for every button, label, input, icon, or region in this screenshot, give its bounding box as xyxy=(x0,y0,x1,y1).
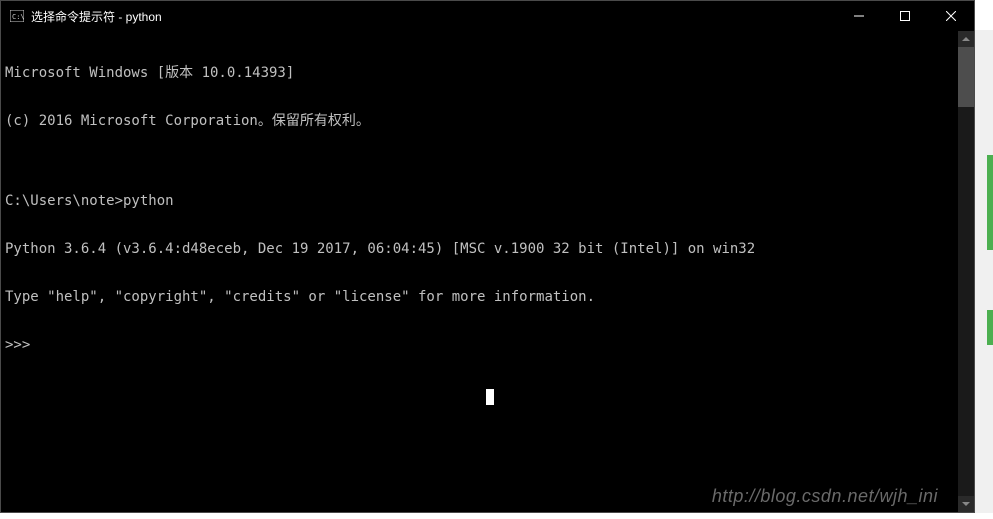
svg-text:C:\: C:\ xyxy=(12,13,24,21)
terminal-line: C:\Users\note>python xyxy=(5,193,954,209)
terminal-line: (c) 2016 Microsoft Corporation。保留所有权利。 xyxy=(5,113,954,129)
scroll-thumb[interactable] xyxy=(958,47,974,107)
right-indicator xyxy=(987,310,993,345)
text-cursor xyxy=(486,389,494,405)
window-controls xyxy=(836,1,974,31)
command-prompt-window: C:\ 选择命令提示符 - python Microsoft Windows [… xyxy=(0,0,975,513)
scroll-down-arrow-icon[interactable] xyxy=(958,496,974,512)
right-edge-background xyxy=(975,30,993,513)
terminal-line: Microsoft Windows [版本 10.0.14393] xyxy=(5,65,954,81)
titlebar[interactable]: C:\ 选择命令提示符 - python xyxy=(1,1,974,31)
scroll-up-arrow-icon[interactable] xyxy=(958,31,974,47)
vertical-scrollbar[interactable] xyxy=(958,31,974,512)
terminal-line: >>> xyxy=(5,337,954,353)
cmd-icon: C:\ xyxy=(9,8,25,24)
minimize-button[interactable] xyxy=(836,1,882,31)
terminal-body: Microsoft Windows [版本 10.0.14393] (c) 20… xyxy=(1,31,974,512)
maximize-button[interactable] xyxy=(882,1,928,31)
terminal-line: Python 3.6.4 (v3.6.4:d48eceb, Dec 19 201… xyxy=(5,241,954,257)
right-indicator xyxy=(987,155,993,250)
close-button[interactable] xyxy=(928,1,974,31)
terminal-line: Type "help", "copyright", "credits" or "… xyxy=(5,289,954,305)
window-title: 选择命令提示符 - python xyxy=(31,8,836,25)
watermark-text: http://blog.csdn.net/wjh_ini xyxy=(712,488,938,504)
terminal-content[interactable]: Microsoft Windows [版本 10.0.14393] (c) 20… xyxy=(1,31,958,512)
